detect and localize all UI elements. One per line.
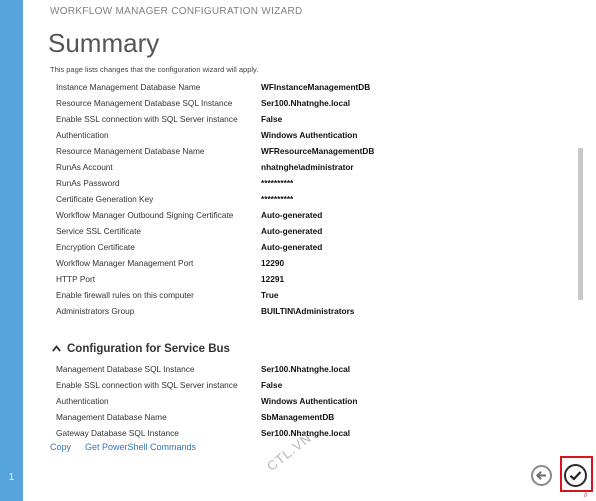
summary-key: Enable firewall rules on this computer <box>56 290 194 300</box>
summary-key: Encryption Certificate <box>56 242 135 252</box>
summary-value: False <box>261 380 283 390</box>
summary-key: Resource Management Database SQL Instanc… <box>56 98 233 108</box>
corner-mark: // <box>584 493 588 499</box>
summary-value: ********** <box>261 194 294 204</box>
summary-list: Instance Management Database Name WFInst… <box>50 81 570 441</box>
summary-key: Resource Management Database Name <box>56 146 205 156</box>
summary-value: Auto-generated <box>261 210 323 220</box>
summary-value: nhatnghe\administrator <box>261 162 354 172</box>
footer-links: Copy Get PowerShell Commands <box>50 442 196 452</box>
page-title: Summary <box>48 28 160 58</box>
summary-value: Auto-generated <box>261 226 323 236</box>
summary-key: Management Database Name <box>56 412 167 422</box>
chevron-up-icon[interactable] <box>52 344 63 355</box>
summary-key: RunAs Account <box>56 162 113 172</box>
summary-key: Authentication <box>56 130 109 140</box>
summary-key: Service SSL Certificate <box>56 226 141 236</box>
summary-value: Auto-generated <box>261 242 323 252</box>
summary-key: Gateway Database SQL Instance <box>56 428 179 438</box>
wizard-side-band: 1 <box>0 0 23 501</box>
summary-value: WFResourceManagementDB <box>261 146 375 156</box>
summary-value: 12291 <box>261 274 285 284</box>
summary-value: SbManagementDB <box>261 412 335 422</box>
summary-key: Instance Management Database Name <box>56 82 201 92</box>
summary-value: Windows Authentication <box>261 130 358 140</box>
arrow-left-circle-icon <box>535 471 546 480</box>
summary-key: Workflow Manager Management Port <box>56 258 194 268</box>
summary-key: Enable SSL connection with SQL Server in… <box>56 114 238 124</box>
summary-key: HTTP Port <box>56 274 96 284</box>
checkmark-circle-icon <box>569 471 582 481</box>
vertical-scrollbar[interactable] <box>576 82 584 422</box>
summary-key: Authentication <box>56 396 109 406</box>
summary-value: Ser100.Nhatnghe.local <box>261 98 350 108</box>
back-button[interactable] <box>531 465 552 486</box>
summary-key: Enable SSL connection with SQL Server in… <box>56 380 238 390</box>
summary-value: False <box>261 114 283 124</box>
summary-value: Ser100.Nhatnghe.local <box>261 364 350 374</box>
get-powershell-commands-link[interactable]: Get PowerShell Commands <box>85 442 196 452</box>
step-number: 1 <box>8 472 15 483</box>
section-title: Configuration for Service Bus <box>67 343 230 355</box>
summary-key: Certificate Generation Key <box>56 194 154 204</box>
summary-value: BUILTIN\Administrators <box>261 306 355 316</box>
scrollbar-thumb[interactable] <box>578 148 583 300</box>
finish-button[interactable] <box>564 464 587 487</box>
page-subtitle: This page lists changes that the configu… <box>50 65 259 74</box>
summary-key: Administrators Group <box>56 306 135 316</box>
summary-value: 12290 <box>261 258 285 268</box>
summary-value: WFInstanceManagementDB <box>261 82 371 92</box>
section-header-service-bus[interactable]: Configuration for Service Bus <box>52 343 230 355</box>
summary-value: True <box>261 290 279 300</box>
summary-key: RunAs Password <box>56 178 120 188</box>
wizard-title: WORKFLOW MANAGER CONFIGURATION WIZARD <box>50 6 303 17</box>
copy-link[interactable]: Copy <box>50 442 71 452</box>
summary-key: Management Database SQL Instance <box>56 364 195 374</box>
summary-value: ********** <box>261 178 294 188</box>
summary-key: Workflow Manager Outbound Signing Certif… <box>56 210 234 220</box>
summary-value: Windows Authentication <box>261 396 358 406</box>
